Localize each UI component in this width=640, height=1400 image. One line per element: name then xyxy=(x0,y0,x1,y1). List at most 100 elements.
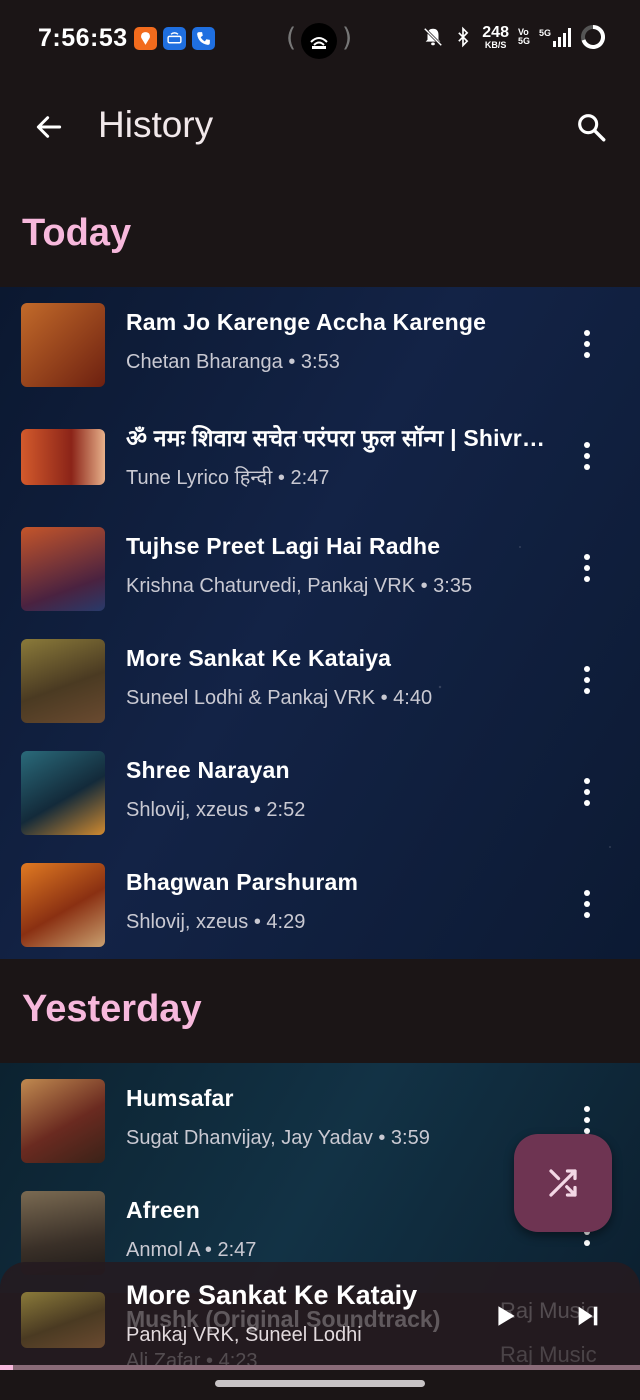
network-speed-value: 248 xyxy=(482,23,509,41)
song-meta: Sugat Dhanvijay, Jay Yadav • 3:59 xyxy=(126,1127,430,1149)
list-item[interactable]: More Sankat Ke Kataiya Suneel Lodhi & Pa… xyxy=(0,623,640,735)
shuffle-button[interactable] xyxy=(514,1134,612,1232)
hotspot-icon xyxy=(301,23,337,59)
status-clock: 7:56:53 xyxy=(38,24,128,52)
more-options-button[interactable] xyxy=(568,657,606,703)
status-bar: 7:56:53 ( ) 248 KB/S Vo 5G 5G xyxy=(0,0,640,80)
pill-left-paren: ( xyxy=(286,23,297,53)
bluetooth-icon xyxy=(458,26,469,48)
more-dot xyxy=(584,912,590,918)
more-options-button[interactable] xyxy=(568,321,606,367)
more-dot xyxy=(584,453,590,459)
now-playing-art xyxy=(21,1292,105,1348)
song-title: Tujhse Preet Lagi Hai Radhe xyxy=(126,533,441,559)
skip-next-icon xyxy=(578,1306,598,1326)
page-title: History xyxy=(98,104,214,145)
mini-player[interactable]: Mushk (Original Soundtrack) Ali Zafar • … xyxy=(0,1262,640,1372)
signal-network-type: 5G xyxy=(538,27,551,38)
list-item[interactable]: Tujhse Preet Lagi Hai Radhe Krishna Chat… xyxy=(0,511,640,623)
more-dot xyxy=(584,1117,590,1123)
section-title-yesterday: Yesterday xyxy=(22,988,202,1030)
phone-notification-icon xyxy=(192,27,215,50)
song-meta: Anmol A • 2:47 xyxy=(126,1239,257,1261)
more-options-button[interactable] xyxy=(568,769,606,815)
more-dot xyxy=(584,464,590,470)
album-art xyxy=(21,303,105,387)
home-indicator[interactable] xyxy=(215,1380,425,1387)
pill-right-paren: ) xyxy=(342,23,353,53)
more-dot xyxy=(584,677,590,683)
play-button[interactable] xyxy=(488,1298,524,1334)
now-playing-title: More Sankat Ke Kataiy xyxy=(126,1280,418,1310)
battery-ring-icon xyxy=(581,24,606,49)
song-meta: Krishna Chaturvedi, Pankaj VRK • 3:35 xyxy=(126,575,473,597)
more-vertical-icon xyxy=(584,890,590,896)
section-title-today: Today xyxy=(22,212,132,254)
song-meta: Shlovij, xzeus • 4:29 xyxy=(126,911,306,933)
more-options-button[interactable] xyxy=(568,433,606,479)
system-icons: 248 KB/S Vo 5G 5G xyxy=(422,24,606,50)
play-icon xyxy=(498,1306,515,1326)
song-meta: Shlovij, xzeus • 2:52 xyxy=(126,799,306,821)
song-title: Afreen xyxy=(126,1197,201,1223)
signal-bar-2 xyxy=(558,36,561,47)
signal-bar-1 xyxy=(553,40,556,47)
album-art xyxy=(21,751,105,835)
notification-app-icon xyxy=(134,27,157,50)
album-art xyxy=(21,863,105,947)
more-dot xyxy=(584,688,590,694)
song-title: Humsafar xyxy=(126,1085,234,1111)
hotspot-indicator: ( ) xyxy=(286,21,354,59)
song-title: More Sankat Ke Kataiya xyxy=(126,645,392,671)
search-button[interactable] xyxy=(568,104,614,150)
song-title: Shree Narayan xyxy=(126,757,290,783)
more-dot xyxy=(584,1240,590,1246)
album-art xyxy=(21,429,105,485)
history-screen: 7:56:53 ( ) 248 KB/S Vo 5G 5G History To… xyxy=(0,0,640,1400)
today-list: Ram Jo Karenge Accha Karenge Chetan Bhar… xyxy=(0,287,640,959)
notification-icons xyxy=(134,27,215,50)
song-title: Bhagwan Parshuram xyxy=(126,869,359,895)
list-item[interactable]: Shree Narayan Shlovij, xzeus • 2:52 xyxy=(0,735,640,847)
signal-strength-icon: 5G xyxy=(538,27,571,47)
album-art xyxy=(21,639,105,723)
album-art xyxy=(21,1079,105,1163)
more-dot xyxy=(584,901,590,907)
cast-notification-icon xyxy=(163,27,186,50)
more-dot xyxy=(584,576,590,582)
more-dot xyxy=(584,341,590,347)
volte-bottom: 5G xyxy=(517,36,530,46)
signal-bar-3 xyxy=(563,32,566,47)
list-item[interactable]: Ram Jo Karenge Accha Karenge Chetan Bhar… xyxy=(0,287,640,399)
more-vertical-icon xyxy=(584,666,590,672)
shuffle-icon xyxy=(549,1169,577,1197)
more-vertical-icon xyxy=(584,778,590,784)
app-header: History xyxy=(0,90,640,164)
more-vertical-icon xyxy=(584,442,590,448)
list-item[interactable]: Bhagwan Parshuram Shlovij, xzeus • 4:29 xyxy=(0,847,640,959)
song-title: Ram Jo Karenge Accha Karenge xyxy=(126,309,487,335)
more-dot xyxy=(584,789,590,795)
more-options-button[interactable] xyxy=(568,545,606,591)
signal-bar-4 xyxy=(568,27,571,47)
more-vertical-icon xyxy=(584,330,590,336)
network-speed-unit: KB/S xyxy=(484,39,507,50)
volte-indicator: Vo 5G xyxy=(517,27,530,47)
now-playing-artist: Pankaj VRK, Suneel Lodhi xyxy=(126,1324,362,1346)
song-meta: Tune Lyrico हिन्दी • 2:47 xyxy=(126,467,330,489)
notifications-off-icon xyxy=(424,27,443,47)
arrow-left-icon xyxy=(36,116,62,138)
search-icon xyxy=(578,114,606,142)
more-dot xyxy=(584,565,590,571)
skip-next-button[interactable] xyxy=(570,1298,606,1334)
more-vertical-icon xyxy=(584,554,590,560)
more-dot xyxy=(584,352,590,358)
song-title: ॐ नमः शिवाय सचेत परंपरा फुल सॉन्ग | Shiv… xyxy=(126,425,546,451)
list-item[interactable]: ॐ नमः शिवाय सचेत परंपरा फुल सॉन्ग | Shiv… xyxy=(0,399,640,511)
song-meta: Chetan Bharanga • 3:53 xyxy=(126,351,340,373)
more-dot xyxy=(584,800,590,806)
back-button[interactable] xyxy=(28,106,70,148)
network-speed: 248 KB/S xyxy=(482,23,509,50)
more-vertical-icon xyxy=(584,1106,590,1112)
more-options-button[interactable] xyxy=(568,881,606,927)
